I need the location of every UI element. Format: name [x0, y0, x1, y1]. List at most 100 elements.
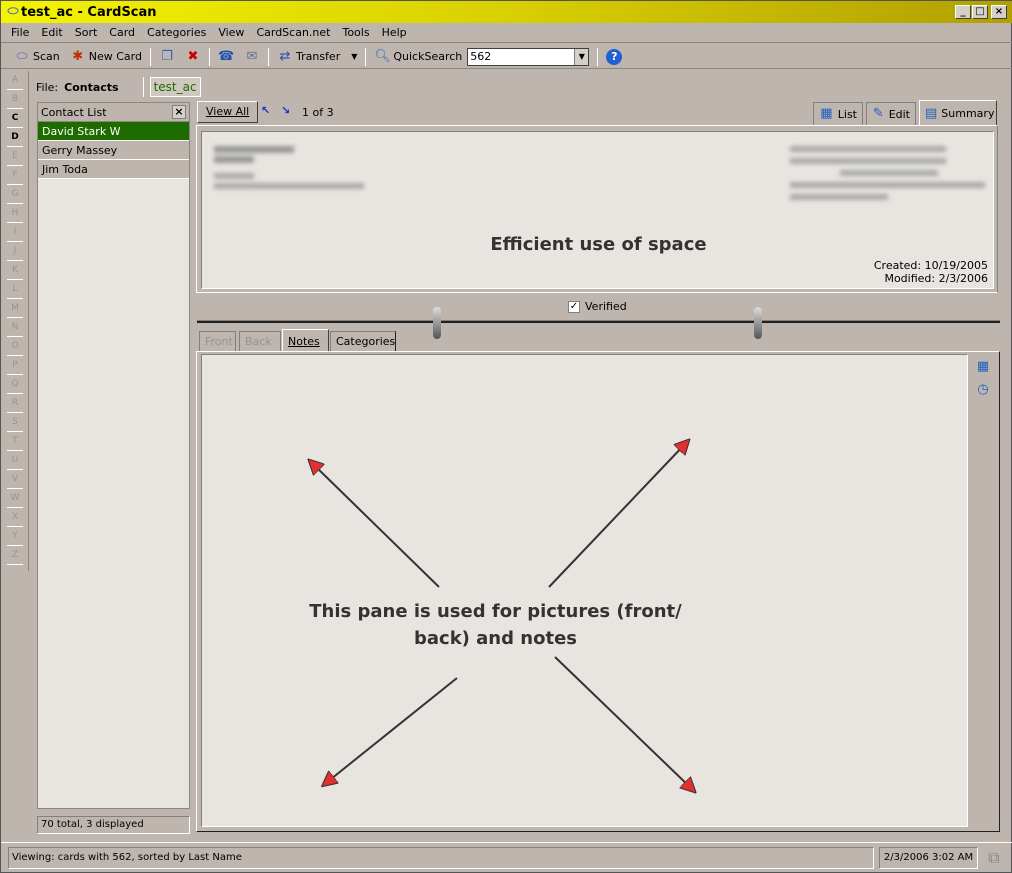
tab-categories[interactable]: Categories — [330, 331, 396, 351]
alpha-index-m[interactable]: M — [7, 299, 23, 318]
delete-icon: ✖ — [187, 48, 199, 64]
binder-ring-icon — [433, 307, 441, 339]
summary-icon: ▤ — [925, 105, 938, 121]
separator — [142, 77, 144, 97]
alpha-index-n[interactable]: N — [7, 318, 23, 337]
tab-summary[interactable]: ▤ Summary — [919, 100, 997, 126]
file-tab-test-ac[interactable]: test_ac — [149, 77, 201, 97]
dial-button[interactable]: ☎ — [213, 49, 239, 65]
tab-edit[interactable]: ✎ Edit — [866, 102, 916, 125]
alpha-index-q[interactable]: Q — [7, 375, 23, 394]
alpha-index-z[interactable]: Z — [7, 546, 23, 565]
arrow-down-left — [326, 677, 458, 783]
menu-file[interactable]: File — [5, 26, 35, 39]
magnifier-icon: 🔍︎ — [374, 48, 391, 64]
minimize-button[interactable]: _ — [955, 5, 971, 19]
menu-categories[interactable]: Categories — [141, 26, 212, 39]
quicksearch-label: QuickSearch — [393, 50, 463, 63]
close-icon[interactable]: × — [172, 105, 186, 119]
email-button[interactable]: ✉ — [239, 49, 265, 65]
close-button[interactable]: × — [991, 5, 1007, 19]
alpha-index-w[interactable]: W — [7, 489, 23, 508]
alphabet-index: ABCDEFGHIJKLMNOPQRSTUVWXYZ — [1, 71, 29, 571]
tab-list[interactable]: ▦ List — [813, 102, 863, 125]
alpha-index-f[interactable]: F — [7, 166, 23, 185]
calendar-icon[interactable]: ▦ — [975, 359, 991, 375]
tab-front-label: Front — [205, 335, 233, 348]
separator — [365, 47, 367, 66]
next-card-icon[interactable]: ↘ — [281, 104, 290, 117]
new-card-button[interactable]: ✱ New Card — [65, 49, 147, 65]
alpha-index-y[interactable]: Y — [7, 527, 23, 546]
alpha-index-s[interactable]: S — [7, 413, 23, 432]
separator — [149, 47, 151, 66]
list-item[interactable]: Jim Toda — [38, 160, 189, 179]
file-bar: File: Contacts test_ac — [36, 77, 201, 97]
created-date: Created: 10/19/2005 — [873, 259, 988, 272]
binder-ring-icon — [754, 307, 762, 339]
verified-checkbox[interactable]: ✓ Verified — [568, 300, 627, 313]
tab-back[interactable]: Back — [239, 331, 281, 351]
modified-date: Modified: 2/3/2006 — [884, 272, 988, 285]
quicksearch-button[interactable]: 🔍︎ QuickSearch — [369, 49, 467, 65]
scan-label: Scan — [33, 50, 60, 63]
alpha-index-r[interactable]: R — [7, 394, 23, 413]
alpha-index-k[interactable]: K — [7, 261, 23, 280]
file-name: Contacts — [64, 80, 119, 94]
menu-help[interactable]: Help — [376, 26, 413, 39]
clock-icon[interactable]: ◷ — [975, 382, 991, 398]
blurred-contact-details — [214, 146, 364, 189]
help-button[interactable]: ? — [601, 48, 627, 65]
notes-textarea[interactable]: This pane is used for pictures (front/ b… — [201, 354, 968, 827]
arrow-down-right — [554, 656, 692, 789]
view-all-button[interactable]: View All — [197, 101, 259, 123]
alpha-index-g[interactable]: G — [7, 185, 23, 204]
delete-button[interactable]: ✖ — [180, 49, 206, 65]
menu-tools[interactable]: Tools — [336, 26, 375, 39]
chevron-down-icon[interactable]: ▼ — [574, 48, 589, 65]
alpha-index-l[interactable]: L — [7, 280, 23, 299]
edit-icon: ✎ — [872, 106, 884, 121]
alpha-index-j[interactable]: J — [7, 242, 23, 261]
checkbox-checked-icon[interactable]: ✓ — [568, 300, 580, 313]
alpha-index-i[interactable]: I — [7, 223, 23, 242]
quicksearch-input[interactable]: 562 ▼ — [467, 47, 590, 66]
scan-button[interactable]: ⬭ Scan — [9, 49, 65, 65]
alpha-index-v[interactable]: V — [7, 470, 23, 489]
alpha-index-h[interactable]: H — [7, 204, 23, 223]
alpha-index-x[interactable]: X — [7, 508, 23, 527]
verified-label: Verified — [585, 300, 627, 313]
tab-categories-label: Categories — [336, 335, 396, 348]
list-item[interactable]: David Stark W — [38, 122, 189, 141]
menu-card[interactable]: Card — [103, 26, 141, 39]
duplicate-button[interactable]: ❐ — [154, 49, 180, 65]
maximize-button[interactable]: □ — [972, 5, 988, 19]
alpha-index-e[interactable]: E — [7, 147, 23, 166]
transfer-button[interactable]: ⇄ Transfer ▼ — [272, 49, 362, 65]
alpha-index-c[interactable]: C — [7, 109, 23, 128]
alpha-index-b[interactable]: B — [7, 90, 23, 109]
tab-summary-label: Summary — [941, 107, 995, 120]
tab-back-label: Back — [245, 335, 272, 348]
alpha-index-p[interactable]: P — [7, 356, 23, 375]
previous-card-icon[interactable]: ↖ — [261, 104, 270, 117]
chevron-down-icon[interactable]: ▼ — [351, 52, 357, 61]
copy-icon: ❐ — [161, 48, 173, 64]
list-item[interactable]: Gerry Massey — [38, 141, 189, 160]
tab-front[interactable]: Front — [199, 331, 236, 351]
list-icon: ▦ — [820, 106, 833, 121]
arrow-up-left — [312, 463, 440, 588]
alpha-index-a[interactable]: A — [7, 71, 23, 90]
menu-sort[interactable]: Sort — [69, 26, 104, 39]
alpha-index-t[interactable]: T — [7, 432, 23, 451]
alpha-index-o[interactable]: O — [7, 337, 23, 356]
title-bar: ⬭ test_ac - CardScan _ □ × — [1, 1, 1012, 23]
alpha-index-d[interactable]: D — [7, 128, 23, 147]
alpha-index-u[interactable]: U — [7, 451, 23, 470]
menu-view[interactable]: View — [212, 26, 250, 39]
menu-cardscan-net[interactable]: CardScan.net — [250, 26, 336, 39]
resize-grip-icon[interactable]: ⧉ — [986, 850, 1002, 866]
tab-notes[interactable]: Notes — [282, 329, 329, 352]
file-label: File: — [36, 80, 59, 94]
menu-edit[interactable]: Edit — [35, 26, 68, 39]
